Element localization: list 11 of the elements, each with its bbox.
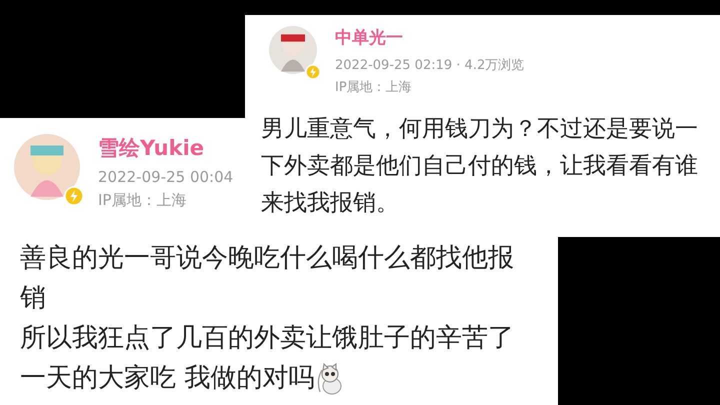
post-text: 一天的大家吃 我做的对吗	[20, 363, 314, 393]
post-text: 善良的光一哥说今晚吃什么喝什么都找他报销	[20, 243, 514, 313]
post-meta: 2022-09-25 02:19 · 4.2万浏览	[335, 57, 524, 75]
post-meta: IP属地：上海	[98, 190, 188, 211]
post-meta: 2022-09-25 00:04	[98, 167, 234, 188]
author-name[interactable]: 雪绘Yukie	[98, 134, 234, 162]
avatar[interactable]	[269, 26, 317, 74]
author-name[interactable]: 中单光一	[335, 26, 524, 49]
post-meta: IP属地：上海	[335, 79, 413, 97]
post-text: 男儿重意气，何用钱刀为？不过还是要说一下外卖都是他们自己付的钱，让我看看有谁来找我报销。	[261, 116, 698, 216]
post-text: 所以我狂点了几百的外卖让饿肚子的辛苦了	[20, 323, 514, 353]
